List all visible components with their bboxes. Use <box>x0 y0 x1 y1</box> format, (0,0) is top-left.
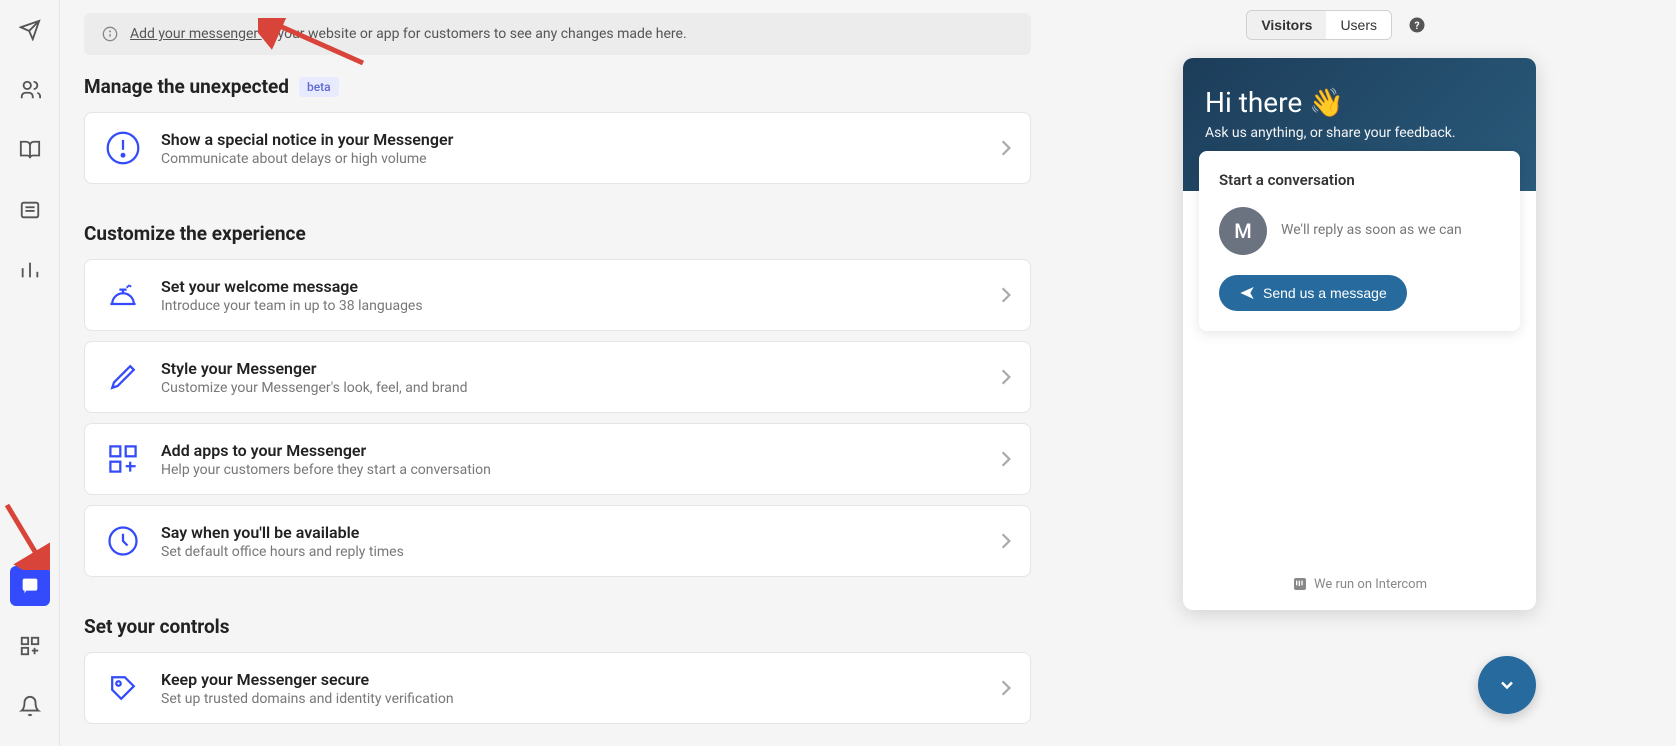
card-subtitle: Set up trusted domains and identity veri… <box>161 691 982 707</box>
add-messenger-link[interactable]: Add your messenger <box>130 26 262 42</box>
intercom-logo-icon <box>1292 576 1308 592</box>
chevron-down-icon <box>1497 675 1517 695</box>
people-icon <box>19 79 41 101</box>
messenger-icon <box>19 575 41 597</box>
chevron-right-icon <box>1000 139 1012 157</box>
chevron-right-icon <box>1000 450 1012 468</box>
card-style-messenger[interactable]: Style your Messenger Customize your Mess… <box>84 341 1031 413</box>
exclamation-icon <box>103 128 143 168</box>
send-message-button[interactable]: Send us a message <box>1219 275 1407 311</box>
chart-icon <box>19 259 41 281</box>
card-subtitle: Customize your Messenger's look, feel, a… <box>161 380 982 396</box>
card-special-notice[interactable]: Show a special notice in your Messenger … <box>84 112 1031 184</box>
grid-plus-icon <box>103 439 143 479</box>
preview-tagline: Ask us anything, or share your feedback. <box>1205 125 1514 141</box>
card-subtitle: Set default office hours and reply times <box>161 544 982 560</box>
preview-reply-text: We'll reply as soon as we can <box>1281 221 1462 241</box>
preview-conversation-card: Start a conversation M We'll reply as so… <box>1199 151 1520 331</box>
card-availability[interactable]: Say when you'll be available Set default… <box>84 505 1031 577</box>
card-welcome-message[interactable]: Set your welcome message Introduce your … <box>84 259 1031 331</box>
sidebar-item-apps[interactable] <box>10 626 50 666</box>
card-title: Say when you'll be available <box>161 523 982 542</box>
card-title: Add apps to your Messenger <box>161 441 982 460</box>
beta-badge: beta <box>299 77 339 97</box>
chevron-right-icon <box>1000 532 1012 550</box>
card-secure[interactable]: Keep your Messenger secure Set up truste… <box>84 652 1031 724</box>
clock-icon <box>103 521 143 561</box>
card-title: Show a special notice in your Messenger <box>161 130 982 149</box>
section-controls-title: Set your controls <box>84 615 1652 638</box>
apps-grid-icon <box>19 635 41 657</box>
book-icon <box>19 139 41 161</box>
newspaper-icon <box>19 199 41 221</box>
help-icon[interactable]: ? <box>1408 16 1426 34</box>
sidebar-item-articles[interactable] <box>10 130 50 170</box>
key-tag-icon <box>103 668 143 708</box>
pencil-icon <box>103 357 143 397</box>
preview-greeting: Hi there 👋 <box>1205 86 1514 119</box>
sidebar-item-news[interactable] <box>10 190 50 230</box>
sidebar-item-reports[interactable] <box>10 250 50 290</box>
preview-avatar: M <box>1219 207 1267 255</box>
sidebar-item-contacts[interactable] <box>10 70 50 110</box>
sidebar <box>0 0 60 746</box>
card-subtitle: Communicate about delays or high volume <box>161 151 982 167</box>
card-title: Set your welcome message <box>161 277 982 296</box>
paper-plane-icon <box>19 19 41 41</box>
toggle-users[interactable]: Users <box>1326 11 1391 39</box>
card-add-apps[interactable]: Add apps to your Messenger Help your cus… <box>84 423 1031 495</box>
sidebar-item-messenger[interactable] <box>10 566 50 606</box>
bell-icon <box>19 695 41 717</box>
card-title: Style your Messenger <box>161 359 982 378</box>
preview-footer: We run on Intercom <box>1183 558 1536 610</box>
svg-text:?: ? <box>1414 19 1419 32</box>
toggle-visitors[interactable]: Visitors <box>1247 11 1326 39</box>
chevron-right-icon <box>1000 286 1012 304</box>
install-notice: Add your messenger to your website or ap… <box>84 13 1031 55</box>
card-title: Keep your Messenger secure <box>161 670 982 689</box>
messenger-preview: Hi there 👋 Ask us anything, or share you… <box>1183 58 1536 610</box>
preview-card-title: Start a conversation <box>1219 171 1500 189</box>
chevron-right-icon <box>1000 368 1012 386</box>
messenger-launcher[interactable] <box>1478 656 1536 714</box>
card-subtitle: Help your customers before they start a … <box>161 462 982 478</box>
preview-toggle-group: Visitors Users ? <box>1246 10 1426 40</box>
bell-service-icon <box>103 275 143 315</box>
info-icon <box>102 26 118 42</box>
send-icon <box>1239 285 1255 301</box>
card-subtitle: Introduce your team in up to 38 language… <box>161 298 982 314</box>
chevron-right-icon <box>1000 679 1012 697</box>
notice-text: Add your messenger to your website or ap… <box>130 26 687 42</box>
sidebar-item-outbound[interactable] <box>10 10 50 50</box>
sidebar-item-notifications[interactable] <box>10 686 50 726</box>
